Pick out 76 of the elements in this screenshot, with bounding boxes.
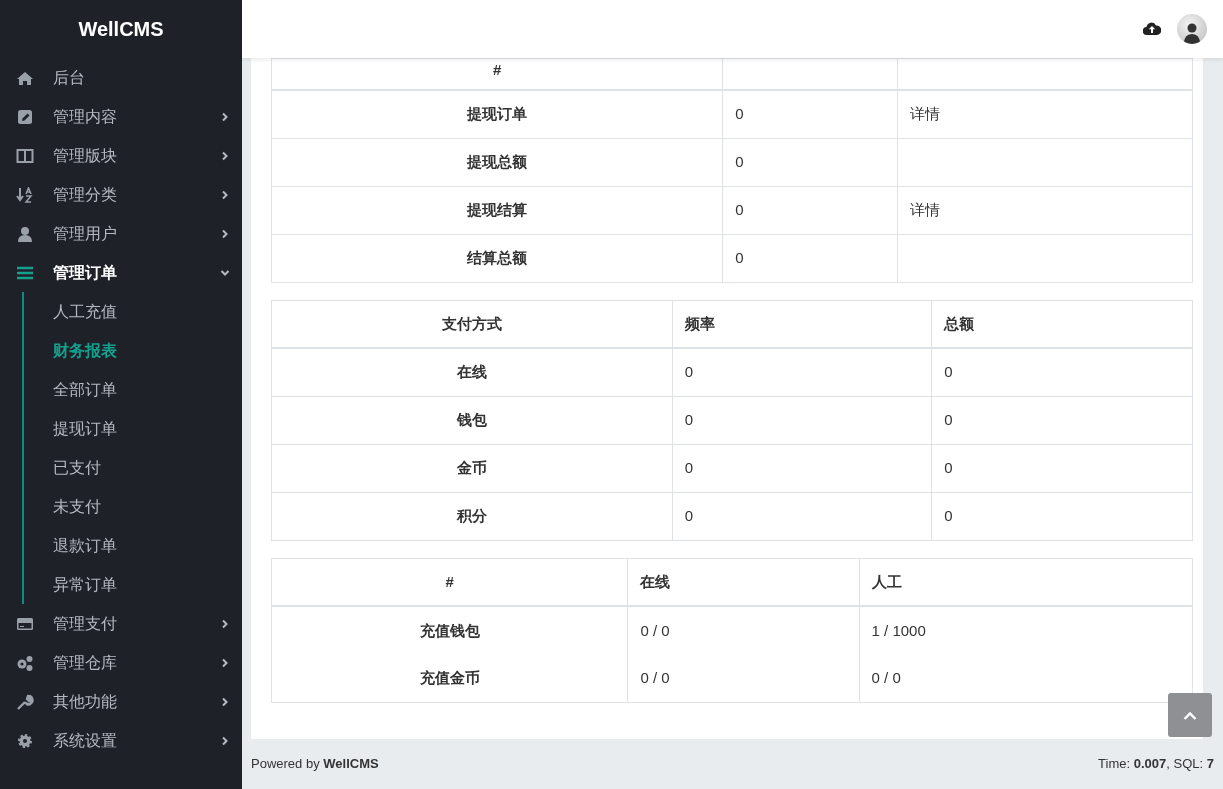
sidebar-item[interactable]: 管理支付	[0, 604, 242, 643]
table-cell: 0	[722, 138, 898, 187]
table-cell: 0	[931, 348, 1193, 397]
column-header: #	[271, 58, 723, 91]
sidebar-item[interactable]: 管理订单	[0, 253, 242, 292]
table-cell: 0	[931, 396, 1193, 445]
settings-icon	[16, 732, 34, 749]
table-cell: 0	[672, 396, 932, 445]
chevron-right-icon	[220, 618, 230, 629]
column-header: 支付方式	[271, 300, 673, 349]
row-header: 充值钱包	[271, 606, 628, 655]
row-header: 提现结算	[271, 186, 723, 235]
column-header: #	[271, 558, 628, 607]
credit-card-icon	[16, 615, 34, 632]
submenu-item[interactable]: 异常订单	[24, 565, 242, 604]
gears-icon	[16, 654, 34, 671]
table-cell: 0	[931, 444, 1193, 493]
chevron-right-icon	[220, 189, 230, 200]
submenu-item[interactable]: 人工充值	[24, 292, 242, 331]
table-cell: 0 / 0	[627, 606, 860, 655]
menu-icon	[16, 264, 34, 281]
home-icon	[16, 69, 34, 86]
column-header: 总额	[931, 300, 1193, 349]
submenu-item[interactable]: 财务报表	[24, 331, 242, 370]
column-header: 在线	[627, 558, 860, 607]
row-header: 积分	[271, 492, 673, 541]
table-cell: 0	[722, 186, 898, 235]
chevron-right-icon	[220, 696, 230, 707]
row-header: 充值金币	[271, 654, 628, 703]
chevron-right-icon	[220, 657, 230, 668]
columns-icon	[16, 147, 34, 164]
row-header: 钱包	[271, 396, 673, 445]
row-header: 结算总额	[271, 234, 723, 283]
row-header: 提现总额	[271, 138, 723, 187]
table-cell: 0	[722, 90, 898, 139]
column-header: 人工	[859, 558, 1193, 607]
chevron-right-icon	[220, 150, 230, 161]
row-header: 在线	[271, 348, 673, 397]
table-cell: 0	[722, 234, 898, 283]
table-cell: 0	[931, 492, 1193, 541]
row-header: 金币	[271, 444, 673, 493]
chevron-right-icon	[220, 111, 230, 122]
pencil-icon	[16, 108, 34, 125]
sidebar-item[interactable]: 系统设置	[0, 721, 242, 760]
submenu-item[interactable]: 退款订单	[24, 526, 242, 565]
submenu-item[interactable]: 已支付	[24, 448, 242, 487]
caret-up-icon	[1183, 710, 1197, 720]
wrench-icon	[16, 693, 34, 710]
cloud-upload-icon[interactable]	[1143, 21, 1161, 36]
powered-by-text: Powered by WellCMS	[251, 755, 379, 774]
submenu-item[interactable]: 全部订单	[24, 370, 242, 409]
chevron-right-icon	[220, 228, 230, 239]
sidebar-item[interactable]: 管理仓库	[0, 643, 242, 682]
sort-icon	[16, 186, 34, 203]
submenu-item[interactable]: 提现订单	[24, 409, 242, 448]
sidebar-item[interactable]: 管理用户	[0, 214, 242, 253]
time-stats-text: Time: 0.007, SQL: 7	[1098, 755, 1214, 774]
details-link[interactable]: 详情	[910, 105, 941, 123]
submenu-item[interactable]: 未支付	[24, 487, 242, 526]
sidebar-item[interactable]: 管理版块	[0, 136, 242, 175]
details-link[interactable]: 详情	[910, 201, 941, 219]
avatar[interactable]	[1177, 13, 1207, 44]
table-cell: 0	[672, 444, 932, 493]
row-header: 提现订单	[271, 90, 723, 139]
sidebar-item[interactable]: 其他功能	[0, 682, 242, 721]
sidebar-item[interactable]: 后台	[0, 58, 242, 97]
table-cell: 0 / 0	[627, 654, 860, 703]
user-icon	[16, 225, 34, 242]
table-cell: 0	[672, 492, 932, 541]
sidebar-item[interactable]: 管理内容	[0, 97, 242, 136]
sidebar-item[interactable]: 管理分类	[0, 175, 242, 214]
chevron-right-icon	[220, 735, 230, 746]
column-header: 频率	[672, 300, 932, 349]
table-cell: 0	[672, 348, 932, 397]
table-cell: 1 / 1000	[859, 606, 1193, 655]
brand-logo[interactable]: WellCMS	[0, 0, 242, 58]
